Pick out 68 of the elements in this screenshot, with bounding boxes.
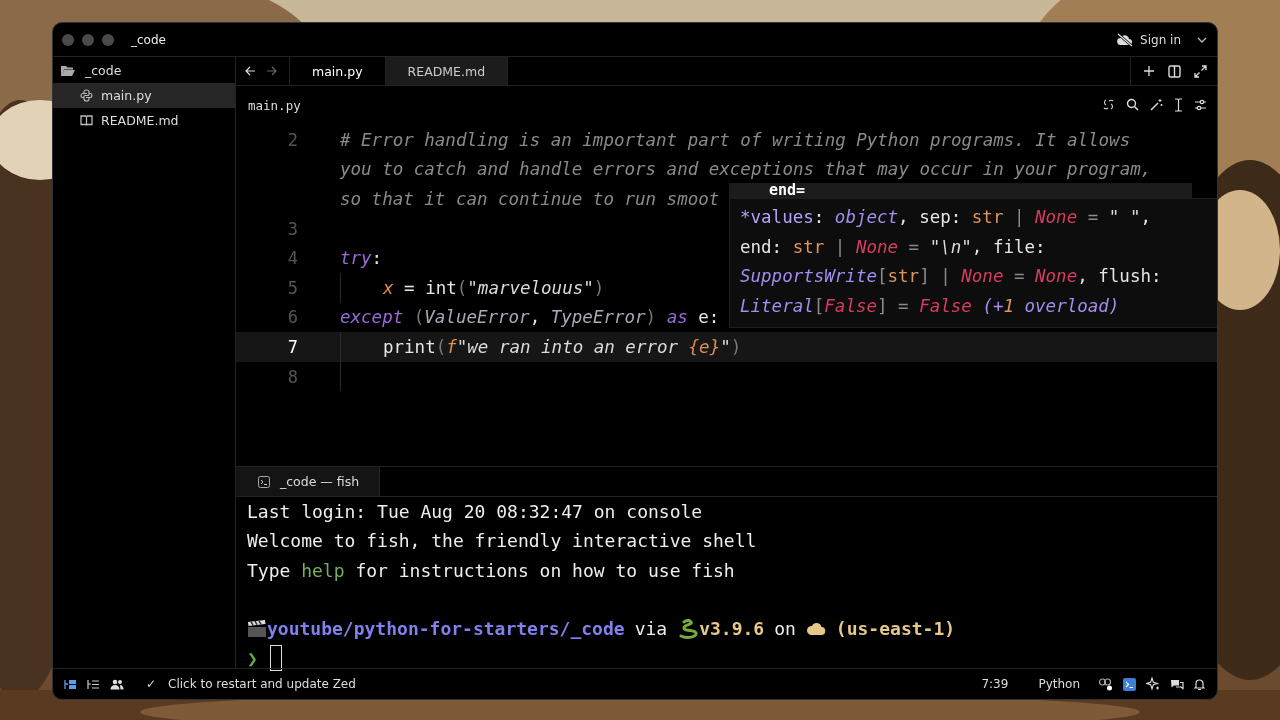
chat-icon[interactable] [1170, 677, 1184, 691]
snake-icon [677, 618, 700, 639]
code-line: try: [340, 248, 383, 269]
chevron-down-icon[interactable] [1197, 36, 1207, 43]
outline-icon[interactable] [87, 678, 100, 690]
code-line: except (ValueError, TypeError) as e: [340, 307, 720, 328]
python-icon [80, 89, 93, 102]
terminal-cursor [269, 645, 282, 672]
line-number: 3 [287, 218, 298, 239]
folder-icon [60, 64, 75, 77]
prompt-path: youtube/python-for-starters/_code [267, 618, 625, 640]
forward-arrow-icon[interactable] [266, 66, 277, 76]
breadcrumb[interactable]: main.py [248, 98, 301, 113]
line-number: 6 [287, 307, 298, 328]
collab-icon[interactable] [1098, 677, 1113, 691]
project-panel-icon[interactable] [64, 678, 77, 690]
hover-header: end= [729, 183, 1192, 198]
terminal-line: Type help for instructions on how to use fish [247, 558, 736, 583]
split-pane-icon[interactable] [1168, 64, 1181, 78]
line-number: 8 [287, 366, 298, 387]
aws-region: (us-east-1) [835, 618, 956, 640]
book-icon [80, 114, 93, 127]
sign-in-button[interactable]: Sign in [1113, 30, 1185, 49]
folder-item[interactable]: _code [53, 58, 235, 83]
line-number: 2 [287, 129, 298, 150]
clapperboard-icon [247, 619, 267, 638]
cursor-position[interactable]: 7:39 [981, 677, 1009, 691]
python-version: v3.9.6 [699, 618, 765, 640]
terminal-line: Welcome to fish, the friendly interactive shell [247, 529, 758, 554]
cloud-icon [805, 621, 826, 636]
terminal-icon[interactable] [1123, 677, 1136, 691]
prompt-text: via [634, 618, 668, 640]
inlay-hints-icon[interactable] [1102, 98, 1115, 111]
sliders-icon[interactable] [1194, 98, 1207, 111]
plus-icon[interactable] [1143, 65, 1155, 77]
bell-icon[interactable] [1194, 677, 1205, 691]
magic-wand-icon[interactable] [1150, 98, 1163, 111]
terminal-line: Last login: Tue Aug 20 08:32:47 on console [247, 500, 704, 525]
signature-line: SupportsWrite[str] | None = None, flush: [740, 265, 1163, 289]
signature-line: end: str | None = "\n", file: [740, 235, 1047, 259]
users-icon[interactable] [110, 678, 124, 690]
signature-line: Literal[False] = False (+1 overload) [740, 294, 1121, 318]
terminal-icon [258, 475, 270, 488]
file-item[interactable]: main.py [53, 83, 235, 108]
prompt-text: on [774, 618, 796, 640]
language-selector[interactable]: Python [1038, 677, 1080, 691]
expand-icon[interactable] [1194, 64, 1207, 78]
line-number: 7 [287, 336, 298, 357]
update-message[interactable]: Click to restart and update Zed [168, 677, 356, 691]
code-line: you to catch and handle errors and exceptions that may occur in your program, [340, 159, 1152, 180]
code-line: print(f"we ran into an error {e}") [383, 336, 742, 357]
sparkle-icon[interactable] [1146, 677, 1160, 691]
code-line: # Error handling is an important part of writing Python programs. It allows [340, 129, 1131, 150]
line-number: 4 [287, 248, 298, 269]
file-tab[interactable]: README.md [385, 57, 509, 85]
text-cursor-icon[interactable] [1174, 97, 1183, 112]
prompt-symbol: ❯ [247, 647, 258, 669]
line-number: 5 [287, 277, 298, 298]
cloud-off-icon [1117, 32, 1134, 47]
project-title[interactable]: _code [131, 32, 166, 47]
check-icon: ✓ [146, 677, 157, 691]
terminal-tab[interactable]: _code — fish [236, 467, 381, 496]
code-line: x = int("marvelouus") [383, 277, 605, 298]
signature-line: *values: object, sep: str | None = " ", [740, 206, 1152, 229]
code-line: so that it can continue to run smoot [340, 189, 720, 209]
search-icon[interactable] [1126, 98, 1139, 111]
back-arrow-icon[interactable] [245, 66, 256, 76]
file-item[interactable]: README.md [53, 108, 235, 133]
